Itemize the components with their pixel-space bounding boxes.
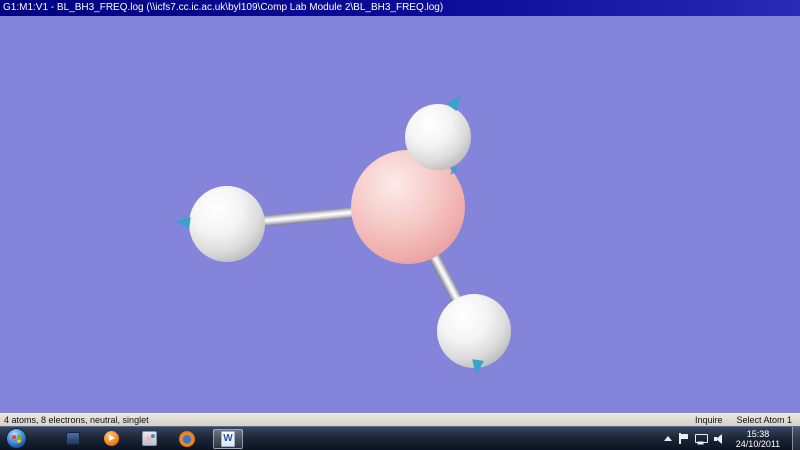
atom-hydrogen-top[interactable] — [405, 104, 471, 170]
vibration-vector-bottom-icon — [470, 359, 484, 376]
status-mode: Inquire — [694, 415, 723, 425]
media-player-icon — [103, 431, 119, 446]
atom-hydrogen-left[interactable] — [189, 186, 265, 262]
molecule-viewport[interactable] — [0, 16, 800, 413]
taskbar-app-button[interactable] — [61, 429, 85, 449]
action-center-flag-icon[interactable] — [679, 433, 688, 444]
clock[interactable]: 15:38 24/10/2011 — [731, 429, 785, 449]
system-tray: 15:38 24/10/2011 — [664, 426, 800, 450]
status-action: Select Atom 1 — [736, 415, 792, 425]
taskbar: W 15:38 24/10/2011 — [0, 426, 800, 450]
gaussview-button[interactable] — [137, 429, 161, 449]
start-button[interactable] — [6, 428, 27, 449]
app-icon — [66, 432, 80, 445]
word-icon: W — [221, 430, 235, 447]
network-icon[interactable] — [695, 433, 708, 444]
word-button[interactable]: W — [213, 428, 243, 449]
volume-icon[interactable] — [714, 433, 724, 444]
taskbar-apps: W — [61, 427, 243, 450]
tray-date: 24/10/2011 — [735, 438, 781, 449]
windows-flag-icon — [12, 434, 21, 443]
vibration-vector-left-icon — [174, 215, 191, 229]
atom-hydrogen-bottom[interactable] — [437, 294, 511, 368]
statusbar: 4 atoms, 8 electrons, neutral, singlet I… — [0, 413, 800, 426]
gaussview-window: G1:M1:V1 - BL_BH3_FREQ.log (\\icfs7.cc.i… — [0, 0, 800, 450]
media-player-button[interactable] — [99, 429, 123, 449]
titlebar[interactable]: G1:M1:V1 - BL_BH3_FREQ.log (\\icfs7.cc.i… — [0, 0, 800, 16]
show-desktop-button[interactable] — [792, 426, 800, 450]
firefox-icon — [179, 430, 195, 447]
gaussview-icon — [141, 431, 157, 446]
molecule-summary: 4 atoms, 8 electrons, neutral, singlet — [4, 415, 149, 425]
tray-time: 15:38 — [746, 428, 770, 439]
firefox-button[interactable] — [175, 429, 199, 449]
hidden-icons-arrow-icon[interactable] — [664, 436, 672, 441]
window-title: G1:M1:V1 - BL_BH3_FREQ.log (\\icfs7.cc.i… — [3, 2, 444, 13]
